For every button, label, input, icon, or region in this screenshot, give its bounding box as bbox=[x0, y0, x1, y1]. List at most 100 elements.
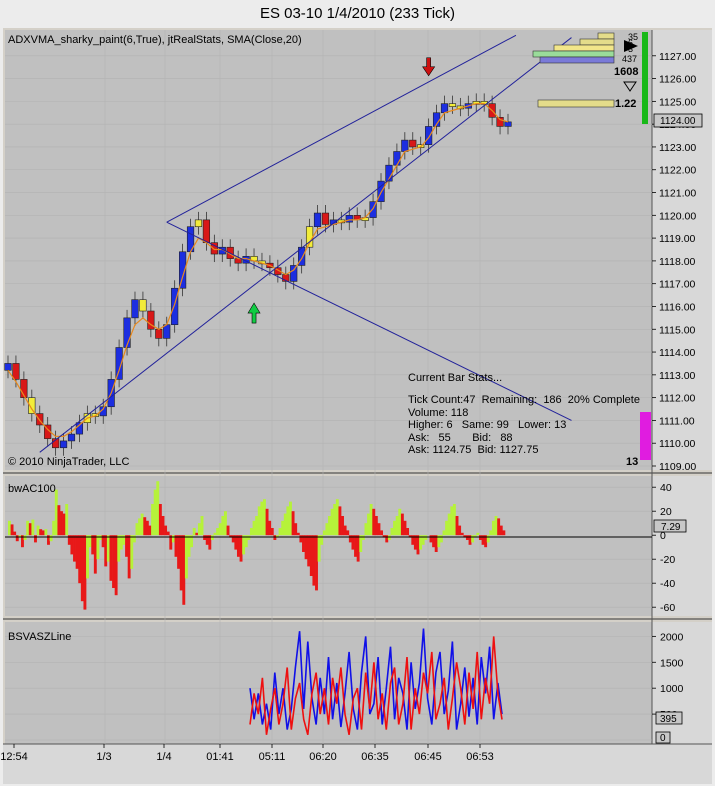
osc-bar bbox=[281, 520, 285, 536]
osc-bar bbox=[86, 535, 89, 579]
osc-bar bbox=[403, 520, 407, 536]
osc-bar bbox=[73, 535, 76, 562]
vol-tick-label: 1500 bbox=[660, 657, 684, 669]
osc-bar bbox=[330, 508, 334, 536]
current-bar-stats: Current Bar Stats... Tick Count:47 Remai… bbox=[408, 372, 640, 456]
price-bar bbox=[67, 433, 76, 442]
osc-bar bbox=[333, 504, 337, 536]
osc-bar bbox=[434, 535, 438, 552]
osc-bar bbox=[83, 535, 87, 610]
osc-bar bbox=[192, 528, 196, 536]
osc-bar bbox=[354, 535, 357, 557]
price-tick-label: 1125.00 bbox=[659, 96, 696, 108]
osc-bar bbox=[302, 535, 305, 552]
osc-bar bbox=[140, 513, 144, 536]
osc-bar bbox=[270, 528, 274, 536]
osc-bar bbox=[151, 504, 155, 536]
osc-bar bbox=[96, 535, 100, 560]
osc-bar bbox=[54, 489, 58, 536]
osc-bar bbox=[312, 535, 316, 586]
osc-bar bbox=[476, 532, 480, 536]
osc-bar bbox=[374, 516, 378, 536]
price-tick-label: 1111.00 bbox=[659, 415, 695, 427]
osc-bar bbox=[499, 525, 503, 536]
osc-bar bbox=[34, 535, 37, 543]
osc-bar bbox=[41, 530, 45, 536]
osc-bar bbox=[23, 535, 27, 540]
time-tick-label: 1/3 bbox=[96, 751, 111, 763]
osc-bar bbox=[416, 535, 420, 555]
time-tick-label: 1/4 bbox=[156, 751, 171, 763]
osc-bar bbox=[367, 513, 370, 536]
price-bar bbox=[194, 219, 203, 228]
price-tick-label: 1116.00 bbox=[659, 301, 696, 313]
stats-line: Tick Count:47 Remaining: 186 20% Complet… bbox=[408, 394, 640, 407]
vol-panel[interactable] bbox=[5, 622, 652, 744]
osc-bar bbox=[465, 535, 469, 540]
osc-bar bbox=[478, 535, 482, 540]
price-tick-label: 1127.00 bbox=[659, 51, 696, 63]
price-bar bbox=[313, 212, 322, 228]
osc-bar bbox=[450, 506, 454, 536]
osc-bar bbox=[315, 535, 318, 591]
osc-tick-label: 40 bbox=[660, 482, 672, 494]
price-bar bbox=[321, 212, 330, 225]
price-bar bbox=[12, 363, 20, 380]
osc-bar bbox=[203, 535, 207, 540]
price-bar bbox=[393, 151, 401, 166]
osc-bar bbox=[242, 535, 246, 555]
osc-bar bbox=[406, 528, 410, 536]
osc-bar bbox=[359, 535, 363, 552]
time-tick-label: 06:53 bbox=[466, 751, 494, 763]
osc-bar bbox=[439, 535, 443, 543]
osc-bar bbox=[13, 531, 17, 536]
osc-bar bbox=[335, 499, 339, 536]
osc-bar bbox=[132, 535, 136, 543]
osc-bar bbox=[127, 535, 131, 579]
price-tick-label: 1110.00 bbox=[659, 438, 696, 450]
osc-value-label: 7.29 bbox=[661, 522, 681, 533]
price-bar bbox=[4, 363, 12, 371]
osc-bar bbox=[239, 535, 243, 562]
osc-bar bbox=[289, 501, 292, 536]
price-tick-label: 1126.00 bbox=[659, 74, 696, 86]
osc-bar bbox=[364, 523, 368, 536]
osc-bar bbox=[158, 504, 162, 536]
osc-axis-bg bbox=[652, 476, 712, 616]
vol-value-label: 395 bbox=[660, 714, 677, 725]
osc-bar bbox=[286, 506, 290, 536]
price-tick-label: 1123.00 bbox=[659, 142, 696, 154]
osc-bar bbox=[452, 504, 456, 536]
osc-bar bbox=[213, 532, 217, 536]
osc-bar bbox=[216, 528, 220, 536]
current-price-label: 1124.00 bbox=[660, 116, 696, 127]
osc-bar bbox=[445, 520, 449, 536]
ask-volume-label: 1608 bbox=[614, 66, 638, 78]
price-bar bbox=[155, 328, 163, 339]
osc-bar bbox=[393, 520, 397, 536]
osc-bar bbox=[57, 505, 61, 536]
osc-bar bbox=[166, 531, 170, 536]
price-bar bbox=[448, 103, 457, 107]
osc-bar bbox=[377, 523, 381, 536]
osc-bar bbox=[398, 508, 402, 536]
stats-line: Higher: 6 Same: 99 Lower: 13 bbox=[408, 419, 567, 432]
osc-bar bbox=[221, 516, 225, 536]
osc-bar bbox=[36, 525, 40, 536]
osc-bar bbox=[283, 513, 287, 536]
osc-bar bbox=[112, 535, 115, 588]
osc-bar bbox=[304, 535, 308, 560]
osc-bar bbox=[257, 506, 261, 536]
price-tick-label: 1109.00 bbox=[659, 461, 696, 473]
osc-bar bbox=[236, 535, 240, 557]
osc-bar bbox=[296, 532, 300, 536]
osc-bar bbox=[249, 528, 253, 536]
osc-bar bbox=[135, 523, 139, 536]
osc-bar bbox=[153, 489, 157, 536]
osc-bar bbox=[104, 535, 108, 567]
osc-bar bbox=[171, 535, 175, 543]
osc-bar bbox=[247, 535, 251, 540]
osc-bar bbox=[343, 525, 347, 536]
osc-bar bbox=[255, 516, 259, 536]
osc-bar bbox=[400, 513, 404, 536]
